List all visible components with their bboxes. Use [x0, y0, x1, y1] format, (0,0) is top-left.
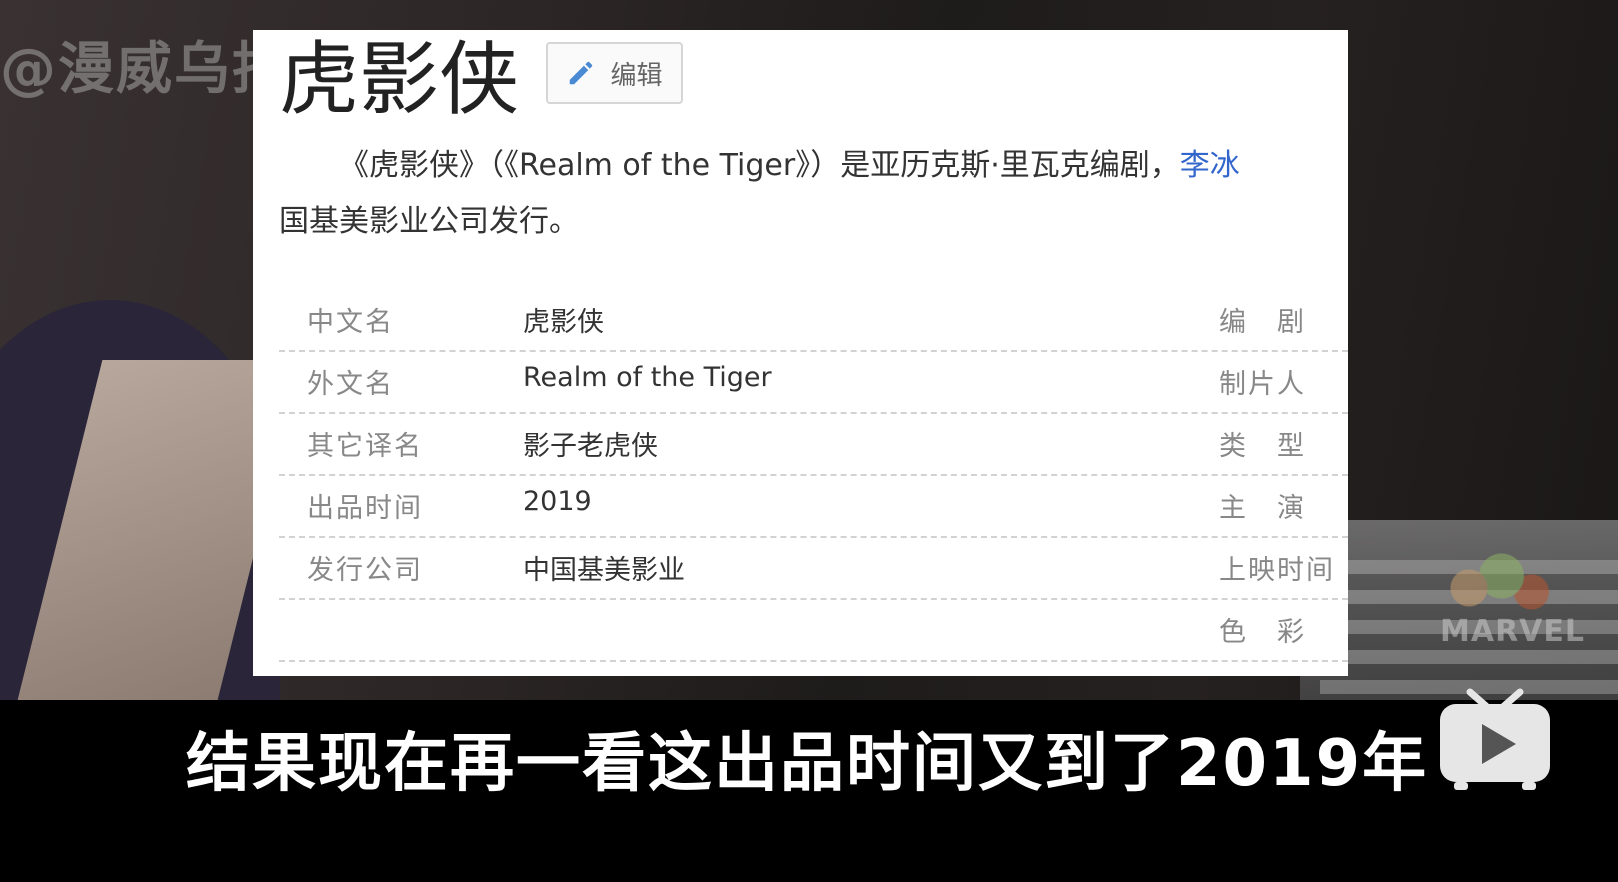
marvel-logo-badge: MARVEL [1410, 540, 1584, 680]
info-key-right: 主 演 [1219, 493, 1306, 524]
info-key-right: 上映时间 [1219, 555, 1335, 586]
pencil-icon [570, 61, 593, 85]
info-value: 影子老虎侠 [523, 431, 658, 462]
info-key: 出品时间 [307, 493, 423, 524]
info-key: 外文名 [307, 369, 394, 400]
summary-text: 《虎影侠》（《Realm of the Tiger》）是亚历克斯·里瓦克编剧， [339, 148, 1180, 183]
edit-button[interactable]: 编辑 [546, 42, 683, 104]
info-key: 其它译名 [307, 431, 423, 462]
edit-button-label: 编辑 [610, 60, 663, 91]
info-value: 2019 [523, 486, 592, 517]
info-row: 发行公司 中国基美影业 上映时间 [279, 538, 1348, 600]
info-key: 中文名 [307, 307, 394, 338]
info-table: 中文名 虎影侠 编 剧 外文名 Realm of the Tiger 制片人 其… [279, 290, 1348, 662]
encyclopedia-card: 虎影侠 编辑 《虎影侠》（《Realm of the Tiger》）是亚历克斯·… [253, 30, 1348, 676]
info-value: 中国基美影业 [523, 555, 685, 586]
info-key-right: 类 型 [1219, 431, 1306, 462]
marvel-logo-text: MARVEL [1440, 614, 1585, 649]
entry-summary: 《虎影侠》（《Realm of the Tiger》）是亚历克斯·里瓦克编剧，李… [279, 138, 1348, 194]
info-row: 出品时间 2019 主 演 [279, 476, 1348, 538]
characters-icon [1430, 540, 1560, 620]
video-subtitle: 结果现在再一看这出品时间又到了2019年 [186, 727, 1429, 801]
channel-watermark: @漫威乌托 [0, 37, 290, 102]
summary-link[interactable]: 李冰 [1180, 148, 1240, 183]
info-row: 其它译名 影子老虎侠 类 型 [279, 414, 1348, 476]
info-row: 色 彩 [279, 600, 1348, 662]
play-button-icon[interactable] [1436, 688, 1554, 794]
summary-continuation: 国基美影业公司发行。 [279, 204, 579, 239]
info-key-right: 制片人 [1219, 369, 1306, 400]
info-key: 发行公司 [307, 555, 423, 586]
info-value: Realm of the Tiger [523, 362, 772, 393]
entry-title: 虎影侠 [279, 33, 519, 126]
info-key-right: 色 彩 [1219, 617, 1306, 648]
info-row: 外文名 Realm of the Tiger 制片人 [279, 352, 1348, 414]
info-key-right: 编 剧 [1219, 307, 1306, 338]
info-row: 中文名 虎影侠 编 剧 [279, 290, 1348, 352]
info-value: 虎影侠 [523, 307, 604, 338]
